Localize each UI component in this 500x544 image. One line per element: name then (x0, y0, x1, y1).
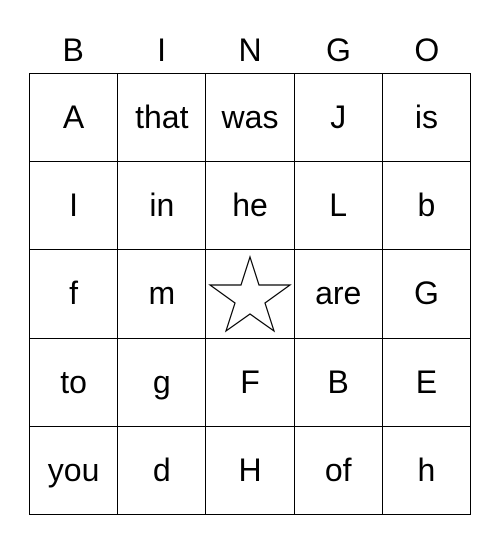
bingo-cell: m (118, 250, 207, 339)
header-letter: O (414, 32, 440, 68)
bingo-cell: J (294, 74, 383, 163)
bingo-cell: was (206, 74, 295, 163)
bingo-cell: E (382, 338, 471, 427)
bingo-cell: that (118, 74, 207, 163)
header-letter: B (62, 32, 84, 68)
star-icon (208, 255, 292, 333)
bingo-cell: of (294, 426, 383, 515)
header-letter: G (325, 32, 351, 68)
bingo-cell: b (382, 162, 471, 251)
bingo-grid: Athat was Jis Iin he Lb f m are Gto g F B Eyou d Hof h (29, 73, 471, 515)
bingo-cell: h (382, 426, 471, 515)
bingo-cell: you (30, 426, 119, 515)
header-letter: I (157, 32, 167, 68)
bingo-cell: G (382, 250, 471, 339)
bingo-cell: in (118, 162, 207, 251)
bingo-cell: are (294, 250, 383, 339)
bingo-cell: B (294, 338, 383, 427)
bingo-cell: is (382, 74, 471, 163)
bingo-cell: d (118, 426, 207, 515)
free-space-cell (206, 250, 295, 339)
bingo-cell: H (206, 426, 295, 515)
bingo-header: B I N G O (29, 30, 471, 70)
bingo-cell: I (30, 162, 119, 251)
bingo-cell: he (206, 162, 295, 251)
bingo-cell: f (30, 250, 119, 339)
bingo-cell: g (118, 338, 207, 427)
bingo-cell: L (294, 162, 383, 251)
bingo-cell: A (30, 74, 119, 163)
header-letter: N (238, 32, 262, 68)
bingo-cell: F (206, 338, 295, 427)
bingo-cell: to (30, 338, 119, 427)
